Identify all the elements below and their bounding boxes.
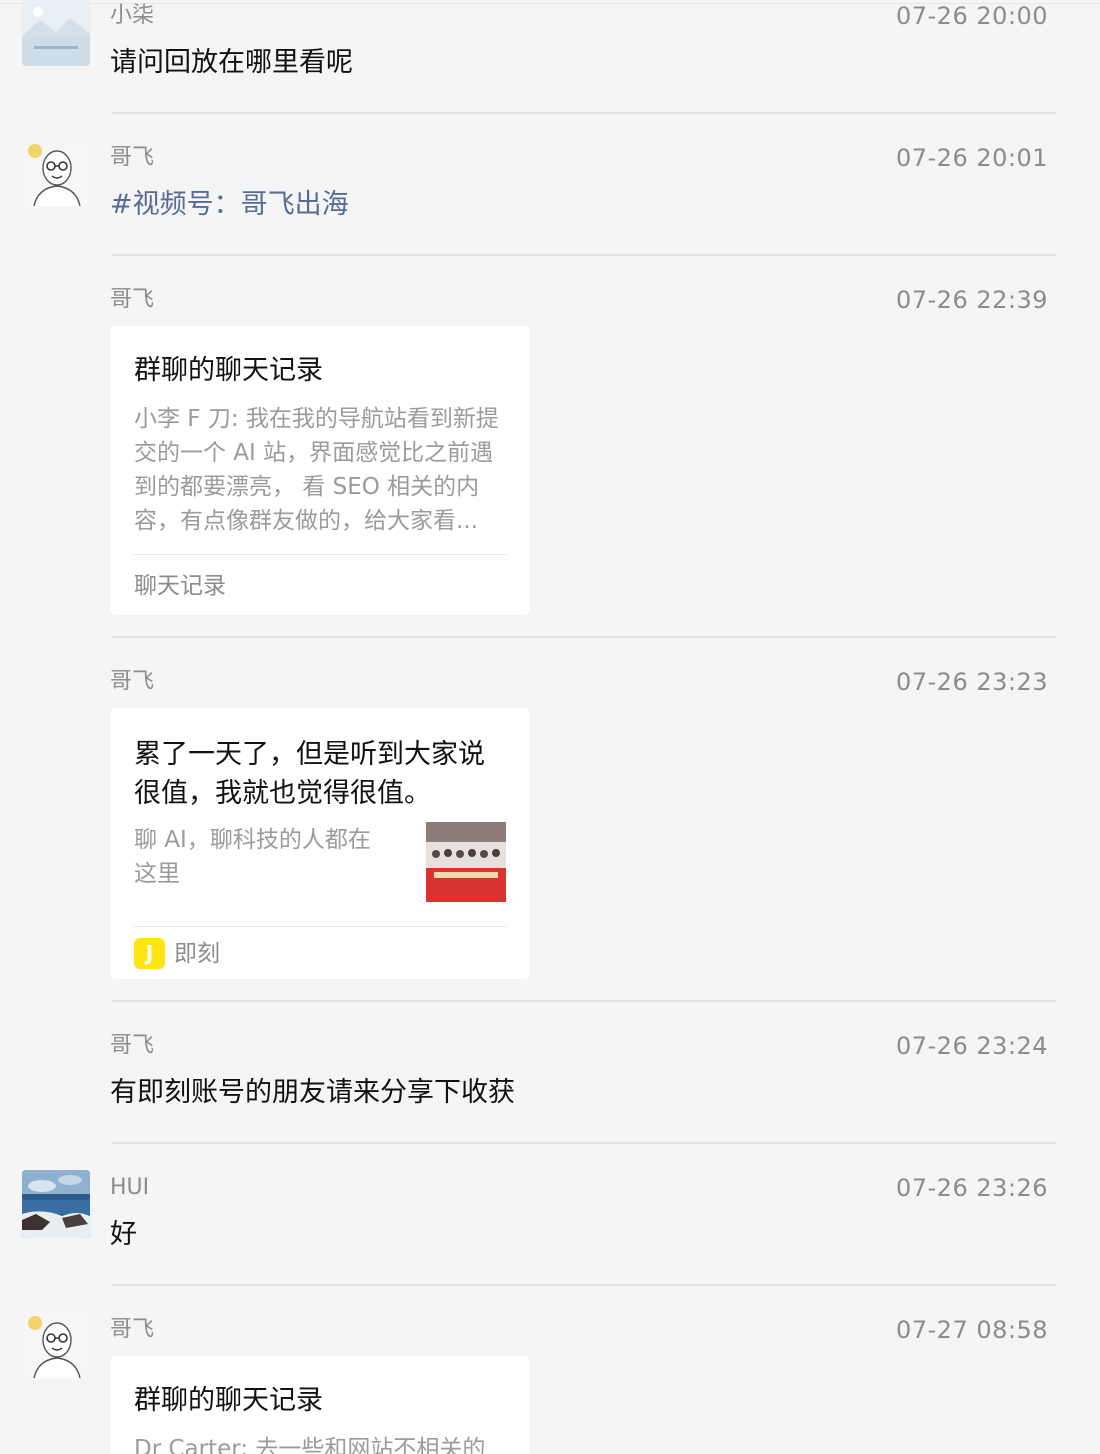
avatar[interactable] <box>22 0 90 66</box>
chat-record-card[interactable]: 群聊的聊天记录 Dr Carter: 去一些和网站不相关的 <box>110 1356 530 1454</box>
channel-link[interactable]: #视频号：哥飞出海 <box>110 187 349 223</box>
chat-record-card[interactable]: 群聊的聊天记录 小李 F 刀: 我在我的导航站看到新提 交的一个 AI 站，界面… <box>110 326 530 615</box>
card-title-line: 累了一天了，但是听到大家说 <box>134 739 485 770</box>
message-time: 07-26 20:01 <box>895 144 1048 172</box>
link-card[interactable]: 累了一天了，但是听到大家说 很值，我就也觉得很值。 聊 AI，聊科技的人都在 这… <box>110 708 530 979</box>
message-divider <box>112 1142 1056 1144</box>
sender-name: 小柒 <box>110 3 155 28</box>
message-text[interactable]: 有即刻账号的朋友请来分享下收获 <box>110 1075 515 1111</box>
card-footer: 即刻 <box>174 941 220 967</box>
landscape-avatar-icon <box>22 0 90 66</box>
avatar[interactable] <box>22 1312 90 1380</box>
card-divider <box>134 554 506 555</box>
sender-name: 哥飞 <box>110 1317 155 1342</box>
message-time: 07-26 20:00 <box>895 2 1048 30</box>
group-photo-thumbnail <box>426 822 506 902</box>
message-text[interactable]: 好 <box>110 1217 137 1253</box>
message-time: 07-26 23:23 <box>895 668 1048 696</box>
sender-name: 哥飞 <box>110 287 155 312</box>
card-description-line: 这里 <box>134 861 180 887</box>
sender-name: 哥飞 <box>110 145 155 170</box>
message-divider <box>112 1284 1056 1286</box>
card-description-line: 容，有点像群友做的，给大家看... <box>134 508 478 534</box>
card-footer: 聊天记录 <box>134 573 226 599</box>
card-title: 累了一天了，但是听到大家说 很值，我就也觉得很值。 <box>134 735 485 813</box>
card-description: 聊 AI，聊科技的人都在 这里 <box>134 823 394 891</box>
card-description: 小李 F 刀: 我在我的导航站看到新提 交的一个 AI 站，界面感觉比之前遇 到… <box>134 402 514 538</box>
card-divider <box>134 926 506 927</box>
card-description-line: 聊 AI，聊科技的人都在 <box>134 827 371 853</box>
card-description-line: Dr Carter: 去一些和网站不相关的 <box>134 1436 486 1454</box>
sender-name: 哥飞 <box>110 669 155 694</box>
message-text[interactable]: 请问回放在哪里看呢 <box>110 45 353 81</box>
jike-app-icon: J <box>134 938 165 969</box>
card-description: Dr Carter: 去一些和网站不相关的 <box>134 1432 514 1454</box>
card-description-line: 到的都要漂亮， 看 SEO 相关的内 <box>134 474 480 500</box>
card-description-line: 交的一个 AI 站，界面感觉比之前遇 <box>134 440 494 466</box>
card-title: 群聊的聊天记录 <box>134 355 323 386</box>
message-time: 07-26 23:24 <box>895 1032 1048 1060</box>
avatar[interactable] <box>22 140 90 208</box>
card-description-line: 小李 F 刀: 我在我的导航站看到新提 <box>134 406 499 432</box>
seascape-avatar-icon <box>22 1170 90 1238</box>
card-title: 群聊的聊天记录 <box>134 1385 323 1416</box>
sender-name: 哥飞 <box>110 1033 155 1058</box>
message-divider <box>112 112 1056 114</box>
sender-name: HUI <box>110 1175 150 1200</box>
message-time: 07-26 22:39 <box>895 286 1048 314</box>
card-title-line: 很值，我就也觉得很值。 <box>134 778 431 809</box>
message-time: 07-27 08:58 <box>895 1316 1048 1344</box>
message-divider <box>112 1000 1056 1002</box>
cartoon-face-avatar-icon <box>22 140 90 208</box>
message-time: 07-26 23:26 <box>895 1174 1048 1202</box>
scrollbar[interactable] <box>1094 0 1100 1454</box>
avatar[interactable] <box>22 1170 90 1238</box>
cartoon-face-avatar-icon <box>22 1312 90 1380</box>
message-divider <box>112 636 1056 638</box>
message-divider <box>112 254 1056 256</box>
